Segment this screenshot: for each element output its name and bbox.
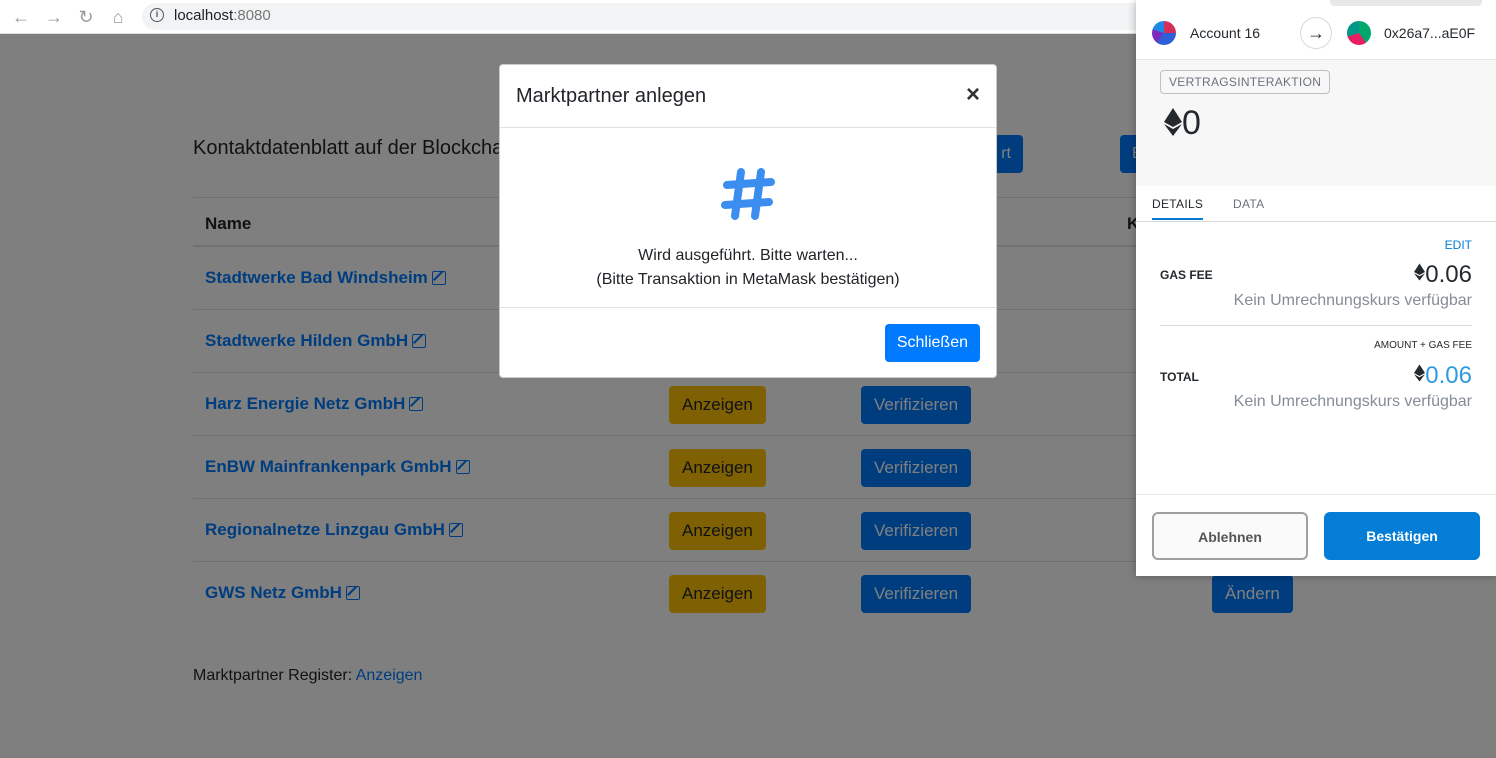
ethereum-icon [1164, 108, 1182, 136]
contract-interaction-badge: VERTRAGSINTERAKTION [1160, 70, 1331, 94]
confirm-button[interactable]: Bestätigen [1324, 512, 1480, 560]
url-text[interactable]: localhost:8080 [174, 7, 271, 24]
total-label: TOTAL [1160, 370, 1199, 384]
total-hint: AMOUNT + GAS FEE [1374, 340, 1472, 351]
tab-bar: DETAILS DATA [1136, 186, 1496, 222]
tab-details[interactable]: DETAILS [1152, 197, 1204, 220]
back-arrow-icon[interactable]: ← [9, 5, 33, 29]
total-value: 0.06 [1414, 362, 1472, 390]
transaction-summary: VERTRAGSINTERAKTION 0 [1136, 60, 1496, 186]
modal-footer: Schließen [500, 308, 996, 378]
gas-fee-label: GAS FEE [1160, 268, 1213, 282]
divider [1160, 325, 1472, 326]
arrow-right-icon: → [1300, 17, 1332, 49]
amount: 0 [1164, 104, 1201, 143]
ethereum-icon [1414, 263, 1426, 281]
account-bar: Account 16 → 0x26a7...aE0F [1136, 6, 1496, 60]
to-address[interactable]: 0x26a7...aE0F [1384, 25, 1475, 41]
reject-button[interactable]: Ablehnen [1152, 512, 1308, 560]
tab-data[interactable]: DATA [1233, 197, 1264, 211]
forward-arrow-icon[interactable]: → [42, 5, 66, 29]
hash-icon [721, 168, 775, 220]
metamask-popup: Account 16 → 0x26a7...aE0F VERTRAGSINTER… [1136, 0, 1496, 576]
reload-icon[interactable]: ↻ [74, 5, 98, 29]
modal-title: Marktpartner anlegen [516, 85, 707, 107]
close-button[interactable]: Schließen [884, 324, 980, 362]
close-icon[interactable]: × [966, 81, 980, 109]
modal-body: Wird ausgeführt. Bitte warten... (Bitte … [500, 128, 996, 308]
gas-fee-fiat: Kein Umrechnungskurs verfügbar [1233, 292, 1472, 309]
total-fiat: Kein Umrechnungskurs verfügbar [1233, 393, 1472, 410]
ethereum-icon [1414, 364, 1426, 382]
modal-header: Marktpartner anlegen × [500, 65, 996, 128]
address-bar[interactable] [142, 3, 1242, 30]
home-icon[interactable]: ⌂ [106, 5, 130, 29]
info-icon[interactable]: i [150, 8, 164, 22]
gas-fee-value: 0.06 [1414, 261, 1472, 289]
edit-gas-link[interactable]: EDIT [1445, 238, 1472, 252]
from-avatar [1152, 21, 1176, 45]
create-partner-modal: Marktpartner anlegen × Wird ausgeführt. … [499, 64, 997, 378]
to-avatar [1347, 21, 1371, 45]
footer-divider [1136, 494, 1496, 495]
confirm-hint: (Bitte Transaktion in MetaMask bestätige… [596, 271, 900, 288]
from-account-name: Account 16 [1190, 25, 1261, 41]
waiting-message: Wird ausgeführt. Bitte warten... [638, 247, 858, 264]
